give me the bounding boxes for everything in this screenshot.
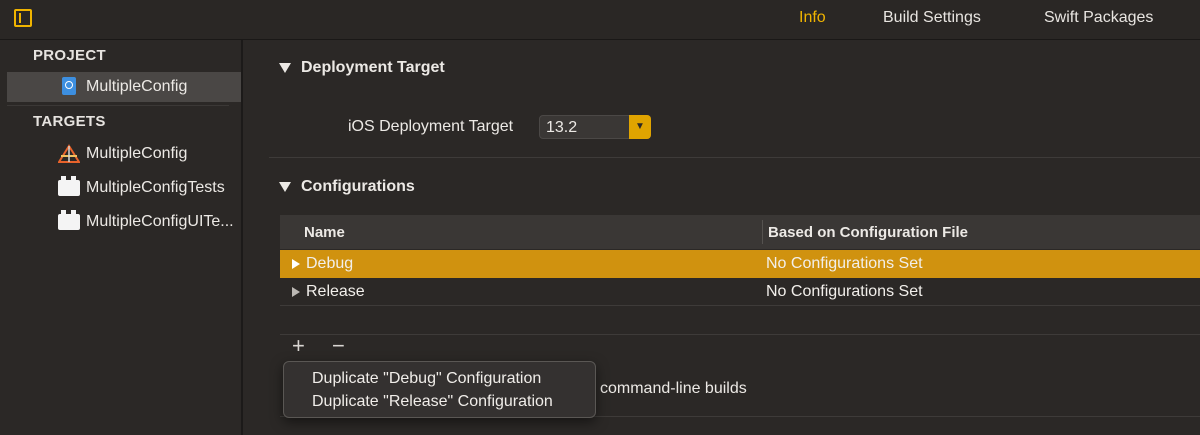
sidebar-item-label: MultipleConfigTests bbox=[86, 179, 225, 196]
menu-item-duplicate-debug[interactable]: Duplicate "Debug" Configuration bbox=[312, 370, 541, 388]
tab-build-settings[interactable]: Build Settings bbox=[883, 9, 981, 27]
ios-deployment-target-label: iOS Deployment Target bbox=[348, 118, 514, 135]
sidebar-item-label: MultipleConfigUITe... bbox=[86, 213, 234, 230]
sidebar-item-target-app[interactable]: MultipleConfig bbox=[0, 139, 241, 169]
section-title: Deployment Target bbox=[301, 59, 445, 76]
table-row[interactable]: Release No Configurations Set bbox=[280, 278, 1200, 306]
sidebar-item-project[interactable]: MultipleConfig bbox=[7, 72, 241, 102]
targets-section-header: TARGETS bbox=[33, 113, 106, 130]
column-header-name[interactable]: Name bbox=[304, 224, 345, 241]
sidebar-item-target-uitests[interactable]: MultipleConfigUITe... bbox=[0, 207, 241, 237]
app-target-icon bbox=[58, 144, 80, 163]
test-bundle-icon bbox=[58, 210, 80, 230]
table-bottom-divider bbox=[280, 305, 1200, 306]
section-divider bbox=[269, 157, 1200, 158]
sidebar-toggle-icon[interactable] bbox=[14, 9, 32, 27]
sidebar-divider bbox=[7, 105, 229, 106]
column-header-config-file[interactable]: Based on Configuration File bbox=[768, 224, 968, 241]
project-navigator-sidebar: PROJECT MultipleConfig TARGETS MultipleC… bbox=[0, 40, 243, 435]
menu-item-duplicate-release[interactable]: Duplicate "Release" Configuration bbox=[312, 393, 553, 411]
config-name: Debug bbox=[306, 255, 354, 272]
config-file: No Configurations Set bbox=[766, 255, 923, 272]
ios-deployment-target-popup[interactable]: 13.2 ▼ bbox=[539, 115, 651, 139]
section-title: Configurations bbox=[301, 178, 415, 195]
tab-swift-packages[interactable]: Swift Packages bbox=[1044, 9, 1153, 27]
tab-info[interactable]: Info bbox=[799, 9, 826, 27]
command-line-builds-text: command-line builds bbox=[600, 380, 747, 397]
remove-configuration-button[interactable]: − bbox=[332, 335, 345, 357]
sidebar-item-label: MultipleConfig bbox=[86, 78, 188, 95]
table-header: Name Based on Configuration File bbox=[280, 215, 1200, 249]
xcode-project-icon bbox=[62, 77, 76, 95]
deployment-target-section[interactable]: Deployment Target bbox=[279, 59, 445, 77]
table-footer-divider bbox=[280, 334, 1200, 335]
sidebar-item-label: MultipleConfig bbox=[86, 145, 188, 162]
test-bundle-icon bbox=[58, 176, 80, 196]
config-file: No Configurations Set bbox=[766, 283, 923, 300]
chevron-updown-icon: ▼ bbox=[629, 115, 651, 139]
disclosure-down-icon bbox=[279, 181, 291, 192]
disclosure-right-icon[interactable] bbox=[292, 258, 300, 269]
popup-value: 13.2 bbox=[546, 119, 578, 136]
top-toolbar: Info Build Settings Swift Packages bbox=[0, 0, 1200, 40]
sidebar-item-target-tests[interactable]: MultipleConfigTests bbox=[0, 173, 241, 203]
add-configuration-menu: Duplicate "Debug" Configuration Duplicat… bbox=[283, 361, 596, 418]
configurations-section[interactable]: Configurations bbox=[279, 178, 415, 196]
project-section-header: PROJECT bbox=[33, 47, 106, 64]
column-separator bbox=[762, 220, 763, 244]
config-name: Release bbox=[306, 283, 365, 300]
table-row[interactable]: Debug No Configurations Set bbox=[280, 250, 1200, 278]
add-configuration-button[interactable]: + bbox=[292, 335, 305, 357]
disclosure-right-icon[interactable] bbox=[292, 286, 300, 297]
disclosure-down-icon bbox=[279, 62, 291, 73]
